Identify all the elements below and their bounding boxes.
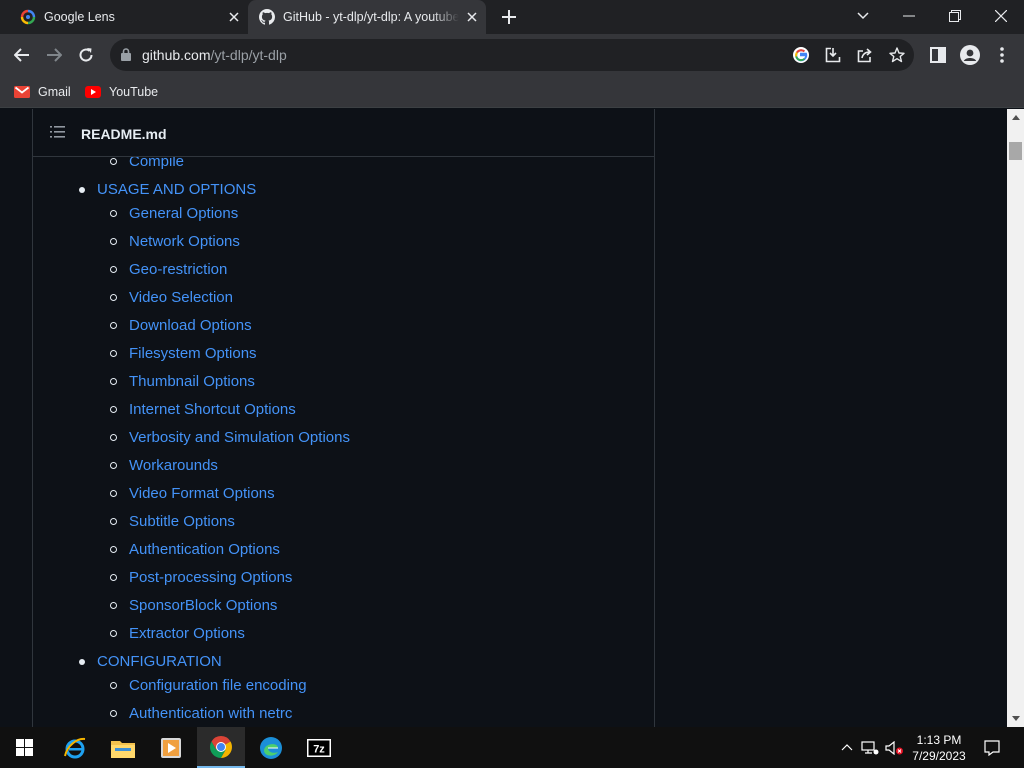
reload-icon[interactable] [74,43,98,67]
address-bar[interactable]: github.com/yt-dlp/yt-dlp [110,39,914,71]
tab-title: Google Lens [44,10,115,24]
web-page: README.md Compile USAGE AND OPTIONS Gene… [0,109,1007,727]
github-icon [259,9,275,25]
taskbar-clock[interactable]: 1:13 PM 7/29/2023 [908,732,970,764]
toc-link-configuration[interactable]: CONFIGURATION [79,653,222,670]
scroll-up-arrow-icon[interactable] [1007,109,1024,126]
toc-link[interactable]: Thumbnail Options [110,373,255,390]
lock-icon[interactable] [121,48,131,61]
tab-github[interactable]: GitHub - yt-dlp/yt-dlp: A youtube-dl for… [248,0,486,34]
toc-link[interactable]: SponsorBlock Options [109,597,277,614]
toc-link[interactable]: Internet Shortcut Options [110,401,296,418]
tab-search-icon[interactable] [849,4,877,28]
close-window-icon[interactable] [987,4,1015,28]
menu-dots-icon[interactable] [990,43,1014,67]
gmail-icon [14,86,30,98]
toc-link[interactable]: Verbosity and Simulation Options [110,429,350,446]
page-scrollbar[interactable] [1007,109,1024,727]
clock-time: 1:13 PM [916,733,962,747]
internet-explorer-icon[interactable] [51,727,99,768]
minimize-icon[interactable] [895,4,923,28]
readme-box: README.md Compile USAGE AND OPTIONS Gene… [32,109,655,727]
windows-start-icon [15,739,33,756]
clock-date: 7/29/2023 [912,749,966,763]
bookmark-youtube[interactable]: YouTube [85,82,158,102]
toc-link[interactable]: Video Selection [110,289,233,306]
bookmark-label: YouTube [109,85,159,99]
url-host: github.com [142,47,211,63]
table-of-contents-icon[interactable] [50,126,65,138]
toc-link[interactable]: Post-processing Options [109,569,292,586]
file-explorer-icon[interactable] [99,727,147,768]
back-icon[interactable] [10,43,34,67]
url-path: /yt-dlp/yt-dlp [210,47,287,63]
scroll-down-arrow-icon[interactable] [1007,710,1024,727]
url-text[interactable]: github.com/yt-dlp/yt-dlp [142,47,287,63]
toc-link[interactable]: Filesystem Options [110,345,257,362]
bookmarks-bar: Gmail YouTube [0,76,1024,108]
close-tab-icon[interactable] [464,9,480,25]
toc-link[interactable]: Network Options [110,233,240,250]
toc-link-usage-and-options[interactable]: USAGE AND OPTIONS [78,181,256,198]
volume-muted-icon[interactable] [884,727,906,768]
toc-link[interactable]: Configuration file encoding [110,677,307,694]
readme-title: README.md [81,126,167,142]
chrome-icon[interactable] [197,727,245,768]
windows-taskbar: 7z 1:13 PM 7/29/2023 [0,727,1024,768]
network-icon[interactable] [860,727,880,768]
google-lens-icon [20,9,36,25]
edge-icon[interactable] [247,727,295,768]
install-app-icon[interactable] [824,46,842,64]
google-icon[interactable] [792,46,810,64]
7zip-icon[interactable]: 7z [295,727,343,768]
toc-link[interactable]: Download Options [110,317,252,334]
share-icon[interactable] [856,46,874,64]
bookmark-label: Gmail [38,85,71,99]
toc-link[interactable]: Workarounds [110,457,218,474]
readme-header: README.md [33,109,654,157]
toc-link[interactable]: Extractor Options [110,625,245,642]
media-player-icon[interactable] [147,727,195,768]
toc-link[interactable]: General Options [109,205,238,222]
forward-icon[interactable] [42,43,66,67]
browser-toolbar: github.com/yt-dlp/yt-dlp [0,34,1024,76]
toc-link[interactable]: Video Format Options [110,485,275,502]
tab-strip: Google Lens GitHub - yt-dlp/yt-dlp: A yo… [0,0,1024,34]
toc-link[interactable]: Subtitle Options [110,513,235,530]
bookmark-gmail[interactable]: Gmail [14,82,71,102]
new-tab-button[interactable] [499,7,519,27]
toc-link[interactable]: Authentication with netrc [109,705,292,722]
youtube-icon [85,86,101,98]
toc-link[interactable]: Geo-restriction [109,261,227,278]
profile-icon[interactable] [958,43,982,67]
show-hidden-icons-icon[interactable] [838,727,856,768]
tab-title: GitHub - yt-dlp/yt-dlp: A youtube-dl for… [283,10,459,24]
action-center-icon[interactable] [980,727,1004,768]
restore-icon[interactable] [941,4,969,28]
svg-text:7z: 7z [313,743,325,755]
tab-google-lens[interactable]: Google Lens [10,0,246,34]
toc-link[interactable]: Authentication Options [110,541,280,558]
close-tab-icon[interactable] [226,9,242,25]
scrollbar-thumb[interactable] [1009,142,1022,160]
bookmark-star-icon[interactable] [888,46,906,64]
side-panel-icon[interactable] [926,43,950,67]
start-button[interactable] [0,727,48,768]
